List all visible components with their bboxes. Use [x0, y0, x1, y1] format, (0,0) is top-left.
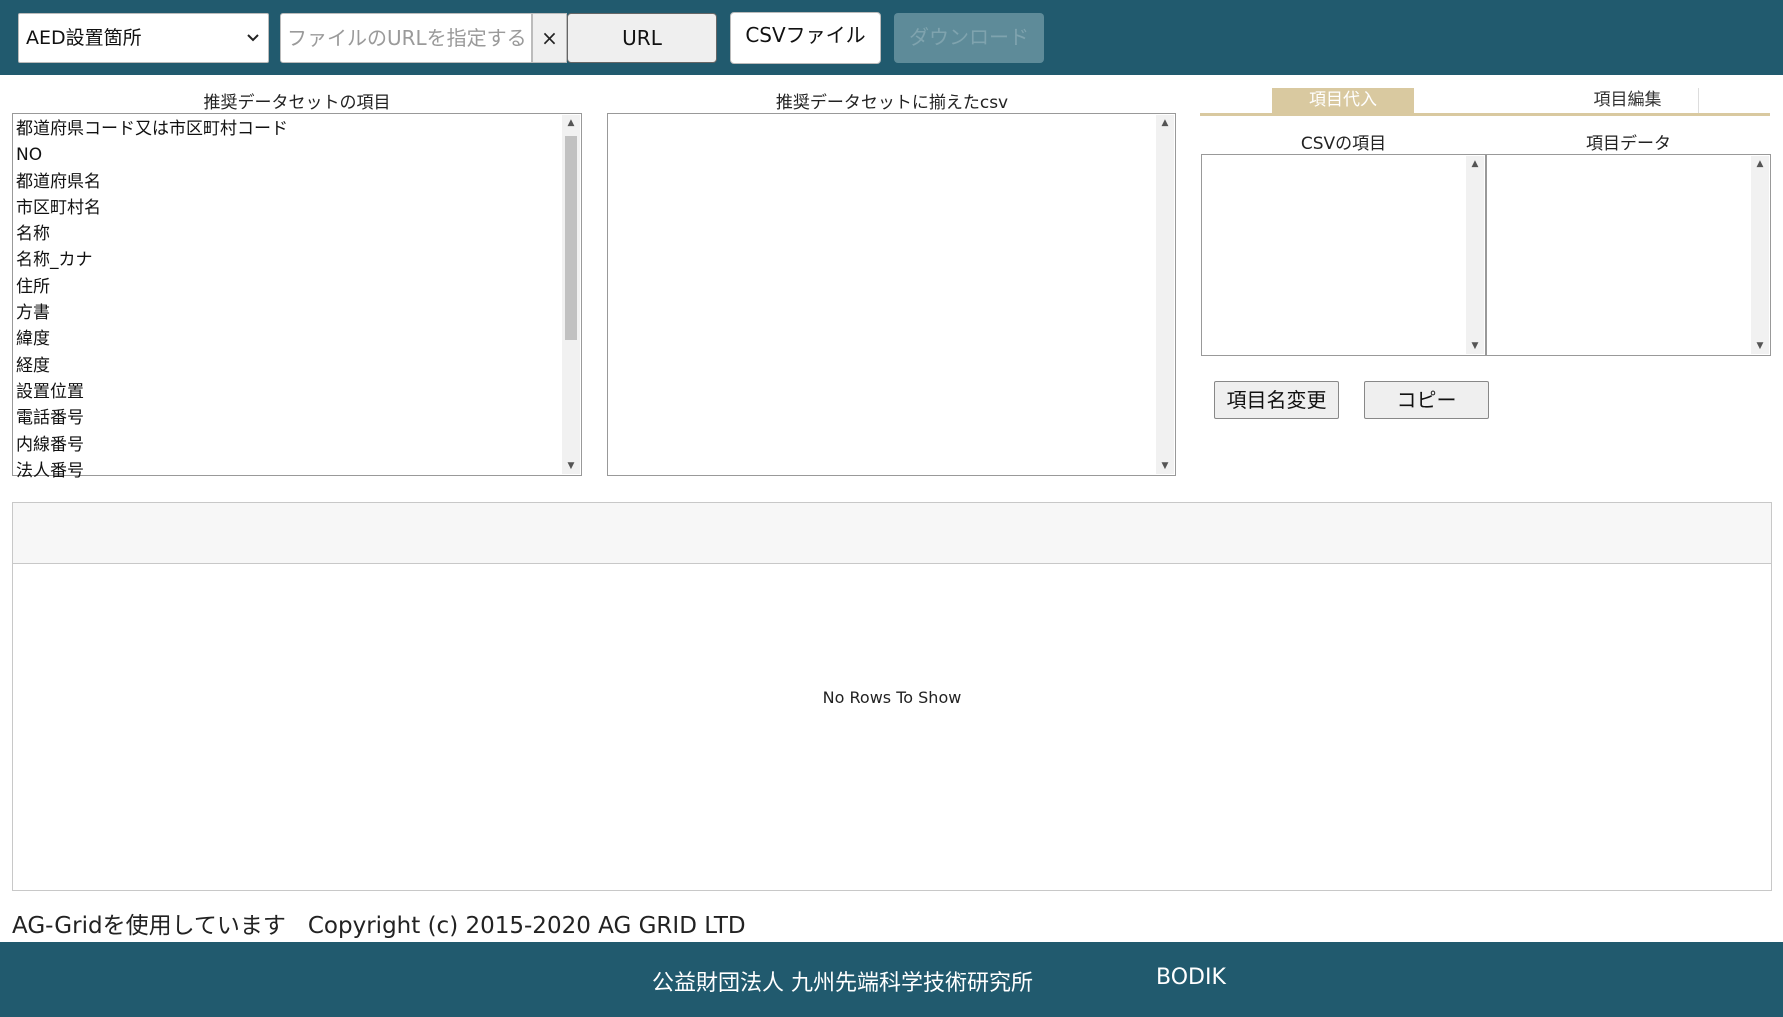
- dataset-select[interactable]: AED設置箇所: [18, 13, 269, 63]
- agrid-note: AG-Gridを使用しています: [12, 913, 286, 939]
- csv-items-label: CSVの項目: [1300, 134, 1387, 154]
- list-item[interactable]: 市区町村名: [16, 195, 561, 221]
- footer-brand-link[interactable]: BODIK: [1156, 965, 1226, 990]
- copy-button[interactable]: コピー: [1364, 381, 1489, 419]
- scroll-up-icon[interactable]: ▲: [1466, 156, 1484, 172]
- scroll-down-icon[interactable]: ▼: [562, 458, 580, 474]
- list-item[interactable]: 名称: [16, 221, 561, 247]
- credits: AG-Gridを使用しています Copyright (c) 2015-2020 A…: [12, 906, 768, 940]
- download-button: ダウンロード: [894, 13, 1044, 63]
- url-button[interactable]: URL: [567, 13, 717, 63]
- rename-item-button[interactable]: 項目名変更: [1214, 381, 1339, 419]
- item-data-list[interactable]: ▲ ▼: [1486, 154, 1771, 356]
- list-item[interactable]: 都道府県コード又は市区町村コード: [16, 116, 561, 142]
- item-data-label: 項目データ: [1586, 134, 1671, 154]
- scrollbar[interactable]: ▲ ▼: [1751, 156, 1769, 354]
- scroll-down-icon[interactable]: ▼: [1466, 338, 1484, 354]
- list-item[interactable]: 経度: [16, 353, 561, 379]
- tab-bar: 項目代入 項目編集: [1200, 86, 1770, 116]
- aligned-csv-list[interactable]: ▲ ▼: [607, 113, 1176, 476]
- scroll-up-icon[interactable]: ▲: [1156, 115, 1174, 131]
- list-item[interactable]: 緯度: [16, 326, 561, 352]
- list-item[interactable]: 電話番号: [16, 405, 561, 431]
- recommended-items-title: 推奨データセットの項目: [203, 93, 391, 113]
- clear-url-button[interactable]: ×: [532, 13, 567, 63]
- list-item[interactable]: 方書: [16, 300, 561, 326]
- csv-items-list[interactable]: ▲ ▼: [1201, 154, 1486, 356]
- list-item[interactable]: 名称_カナ: [16, 247, 561, 273]
- tab-item-assign[interactable]: 項目代入: [1272, 88, 1414, 113]
- list-item[interactable]: 住所: [16, 274, 561, 300]
- scroll-down-icon[interactable]: ▼: [1156, 458, 1174, 474]
- list-item[interactable]: 都道府県名: [16, 169, 561, 195]
- scrollbar[interactable]: ▲ ▼: [1156, 115, 1174, 474]
- aligned-csv-title: 推奨データセットに揃えたcsv: [775, 93, 1009, 113]
- tab-item-edit[interactable]: 項目編集: [1557, 88, 1699, 113]
- list-item[interactable]: NO: [16, 142, 561, 168]
- copyright-text: Copyright (c) 2015-2020 AG GRID LTD: [307, 913, 746, 939]
- scrollbar[interactable]: ▲ ▼: [1466, 156, 1484, 354]
- list-item[interactable]: 法人番号: [16, 458, 561, 484]
- chevron-down-icon: [246, 14, 260, 81]
- list-item[interactable]: 内線番号: [16, 432, 561, 458]
- top-toolbar: AED設置箇所 ファイルのURLを指定する × URL CSVファイル ダウンロ…: [0, 0, 1783, 75]
- scroll-down-icon[interactable]: ▼: [1751, 338, 1769, 354]
- csv-file-button[interactable]: CSVファイル: [730, 12, 881, 64]
- url-input[interactable]: ファイルのURLを指定する: [280, 13, 532, 63]
- recommended-items: 都道府県コード又は市区町村コード NO 都道府県名 市区町村名 名称 名称_カナ 住所 方書緯…: [16, 116, 561, 484]
- scroll-up-icon[interactable]: ▲: [562, 115, 580, 131]
- dataset-select-value: AED設置箇所: [26, 27, 142, 49]
- grid-empty-message: No Rows To Show: [822, 688, 962, 707]
- list-item[interactable]: 設置位置: [16, 379, 561, 405]
- recommended-items-list[interactable]: 都道府県コード又は市区町村コード NO 都道府県名 市区町村名 名称 名称_カナ 住所 方書緯…: [12, 113, 582, 481]
- scrollbar[interactable]: ▲ ▼: [562, 115, 580, 474]
- grid-header: [13, 503, 1771, 564]
- footer-organization: 公益財団法人 九州先端科学技術研究所: [652, 971, 1033, 996]
- footer: 公益財団法人 九州先端科学技術研究所 BODIK: [0, 942, 1783, 1017]
- scroll-up-icon[interactable]: ▲: [1751, 156, 1769, 172]
- data-grid[interactable]: No Rows To Show: [12, 502, 1772, 891]
- scroll-thumb[interactable]: [565, 136, 577, 340]
